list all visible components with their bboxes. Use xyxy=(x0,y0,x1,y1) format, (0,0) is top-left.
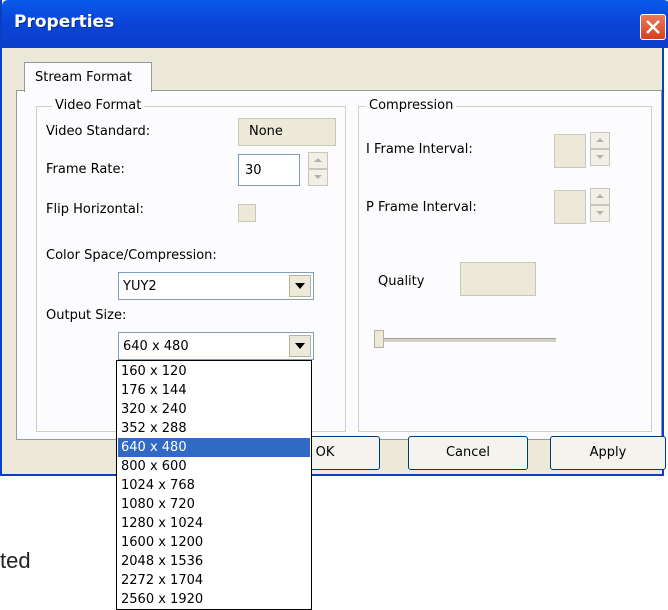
dropdown-option[interactable]: 1280 x 1024 xyxy=(118,514,310,533)
i-frame-interval-input[interactable] xyxy=(554,134,586,168)
spin-up-button[interactable] xyxy=(590,188,610,205)
dropdown-option[interactable]: 2272 x 1704 xyxy=(118,571,310,590)
video-standard-field: None xyxy=(238,118,336,146)
quality-slider-thumb[interactable] xyxy=(374,330,384,348)
properties-dialog: Properties Stream Format Video Format Vi… xyxy=(0,0,668,476)
frame-rate-label: Frame Rate: xyxy=(46,162,125,177)
spin-down-button[interactable] xyxy=(590,205,610,222)
spin-up-button[interactable] xyxy=(590,132,610,149)
video-format-legend: Video Format xyxy=(52,98,145,113)
cancel-button[interactable]: Cancel xyxy=(408,436,528,470)
p-frame-interval-label: P Frame Interval: xyxy=(366,200,477,215)
dropdown-option[interactable]: 800 x 600 xyxy=(118,457,310,476)
dropdown-option[interactable]: 1600 x 1200 xyxy=(118,533,310,552)
frame-rate-input[interactable]: 30 xyxy=(238,154,300,186)
output-size-select[interactable]: 640 x 480 xyxy=(118,332,314,360)
output-size-label: Output Size: xyxy=(46,308,127,323)
title-bar[interactable]: Properties xyxy=(2,0,668,48)
video-standard-label: Video Standard: xyxy=(46,124,151,139)
close-icon xyxy=(646,20,660,34)
background-document-text: ted xyxy=(0,548,31,573)
quality-slider-track xyxy=(380,338,556,343)
p-frame-interval-input[interactable] xyxy=(554,190,586,224)
spin-down-icon xyxy=(314,175,322,179)
spin-down-icon xyxy=(596,211,604,215)
dropdown-option[interactable]: 2048 x 1536 xyxy=(118,552,310,571)
dropdown-option[interactable]: 2560 x 1920 xyxy=(118,590,310,609)
output-size-dropdown-button[interactable] xyxy=(289,335,311,357)
tab-label: Stream Format xyxy=(35,70,132,85)
spin-up-icon xyxy=(596,194,604,198)
output-size-dropdown-list[interactable]: 160 x 120 176 x 144 320 x 240 352 x 288 640 … xyxy=(116,360,312,610)
spin-down-button[interactable] xyxy=(308,169,328,186)
spin-down-icon xyxy=(596,155,604,159)
flip-horizontal-checkbox[interactable] xyxy=(238,204,256,222)
apply-button[interactable]: Apply xyxy=(550,436,666,470)
dropdown-option[interactable]: 1080 x 720 xyxy=(118,495,310,514)
color-space-select[interactable]: YUY2 xyxy=(118,272,314,300)
dropdown-option[interactable]: 176 x 144 xyxy=(118,381,310,400)
quality-field xyxy=(460,262,536,296)
dropdown-option[interactable]: 1024 x 768 xyxy=(118,476,310,495)
dropdown-arrow-icon xyxy=(295,343,305,349)
color-space-label: Color Space/Compression: xyxy=(46,248,217,263)
close-button[interactable] xyxy=(640,14,666,40)
spin-up-button[interactable] xyxy=(308,152,328,169)
quality-label: Quality xyxy=(378,274,425,289)
window-title: Properties xyxy=(14,12,115,32)
spin-up-icon xyxy=(314,158,322,162)
spin-up-icon xyxy=(596,138,604,142)
tab-stream-format[interactable]: Stream Format xyxy=(24,62,152,92)
spin-down-button[interactable] xyxy=(590,149,610,166)
dropdown-option[interactable]: 160 x 120 xyxy=(118,362,310,381)
color-space-dropdown-button[interactable] xyxy=(289,275,311,297)
dropdown-arrow-icon xyxy=(295,283,305,289)
compression-legend: Compression xyxy=(366,98,457,113)
dropdown-option[interactable]: 640 x 480 xyxy=(118,438,310,457)
dropdown-option[interactable]: 352 x 288 xyxy=(118,419,310,438)
i-frame-interval-label: I Frame Interval: xyxy=(366,142,473,157)
dropdown-option[interactable]: 320 x 240 xyxy=(118,400,310,419)
flip-horizontal-label: Flip Horizontal: xyxy=(46,202,144,217)
